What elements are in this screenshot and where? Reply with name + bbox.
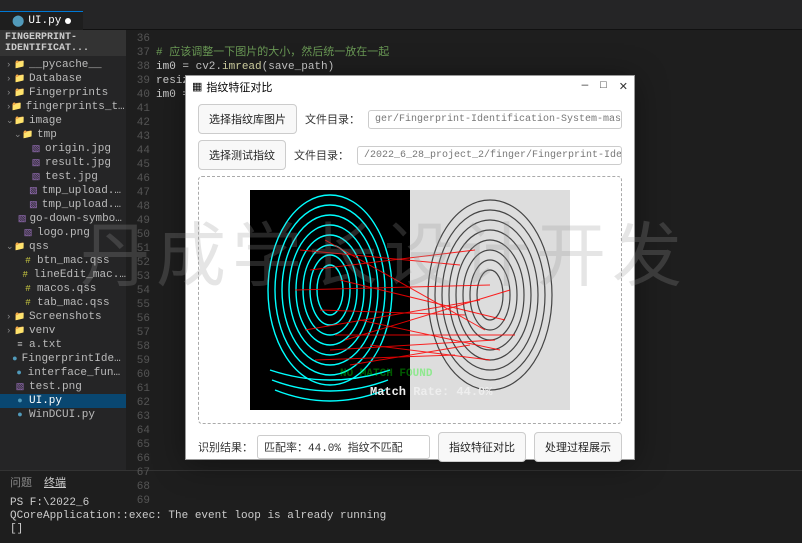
- tree-item[interactable]: ▧tmp_upload.tif: [0, 198, 126, 212]
- tree-item[interactable]: ▧test.png: [0, 380, 126, 394]
- close-button[interactable]: ✕: [619, 80, 628, 94]
- tab-ui-py[interactable]: ⬤ UI.py: [0, 11, 83, 30]
- terminal-panel[interactable]: PS F:\2022_6 QCoreApplication::exec: The…: [0, 493, 802, 543]
- tree-item[interactable]: #btn_mac.qss: [0, 254, 126, 268]
- tree-item[interactable]: ▧test.jpg: [0, 170, 126, 184]
- tree-item[interactable]: ›📁Database: [0, 72, 126, 86]
- tree-item[interactable]: ●WinDCUI.py: [0, 408, 126, 422]
- tree-item[interactable]: ›📁Fingerprints: [0, 86, 126, 100]
- minimize-button[interactable]: —: [582, 80, 589, 94]
- fingerprint-image-panel: NO MATCH FOUND Match Rate: 44.0%: [198, 176, 622, 424]
- library-path-input[interactable]: ger/Fingerprint-Identification-System-ma…: [368, 110, 622, 129]
- file-icon: ●: [14, 410, 26, 420]
- match-rate-text: Match Rate: 44.0%: [370, 385, 492, 399]
- file-dir-label: 文件目录：: [305, 111, 360, 127]
- file-icon: 📁: [14, 312, 26, 322]
- file-icon: #: [20, 270, 31, 280]
- file-icon: ●: [11, 354, 19, 364]
- file-icon: ▧: [14, 382, 26, 392]
- file-icon: 📁: [11, 102, 22, 112]
- top-menubar: [0, 0, 802, 12]
- file-icon: ≡: [14, 340, 26, 350]
- file-icon: 📁: [14, 74, 26, 84]
- dialog-titlebar[interactable]: ▦ 指纹特征对比 — □ ✕: [186, 76, 634, 98]
- tree-item[interactable]: #lineEdit_mac.qss: [0, 268, 126, 282]
- tab-label: UI.py: [28, 15, 61, 27]
- tree-item[interactable]: ▧go-down-symbolic.png: [0, 212, 126, 226]
- result-value: 匹配率：44.0% 指纹不匹配: [257, 435, 430, 459]
- file-icon: ▧: [30, 144, 42, 154]
- file-icon: 📁: [14, 326, 26, 336]
- process-button[interactable]: 处理过程展示: [534, 432, 622, 462]
- terminal-tabs: 问题 终端: [0, 470, 802, 493]
- tree-item[interactable]: ⌄📁qss: [0, 240, 126, 254]
- tree-item[interactable]: ›📁venv: [0, 324, 126, 338]
- file-icon: 📁: [14, 88, 26, 98]
- maximize-button[interactable]: □: [600, 80, 607, 94]
- tree-item[interactable]: ›📁fingerprints_test_sample: [0, 100, 126, 114]
- compare-button[interactable]: 指纹特征对比: [438, 432, 526, 462]
- tree-item[interactable]: ›📁Screenshots: [0, 310, 126, 324]
- tree-item[interactable]: #tab_mac.qss: [0, 296, 126, 310]
- editor-tabs: ⬤ UI.py: [0, 12, 802, 30]
- file-icon: ●: [14, 396, 26, 406]
- file-icon: ▧: [30, 172, 42, 182]
- match-status-text: NO MATCH FOUND: [340, 368, 432, 380]
- tab-problems[interactable]: 问题: [10, 474, 32, 490]
- file-icon: ▧: [28, 186, 39, 196]
- fingerprint-dialog: ▦ 指纹特征对比 — □ ✕ 选择指纹库图片 文件目录： ger/Fingerp…: [185, 75, 635, 460]
- select-library-button[interactable]: 选择指纹库图片: [198, 104, 297, 134]
- tree-item[interactable]: ⌄📁image: [0, 114, 126, 128]
- dirty-dot-icon: [65, 18, 71, 24]
- file-dir-label: 文件目录：: [294, 147, 349, 163]
- file-icon: ▧: [18, 214, 27, 224]
- dialog-title: 指纹特征对比: [206, 79, 272, 95]
- file-icon: ▧: [28, 200, 39, 210]
- tree-item[interactable]: ●FingerprintIdentificat...: [0, 352, 126, 366]
- file-icon: ▧: [22, 228, 34, 238]
- tree-item[interactable]: ▧origin.jpg: [0, 142, 126, 156]
- tree-item[interactable]: ▧result.jpg: [0, 156, 126, 170]
- file-icon: #: [22, 298, 34, 308]
- line-gutter: 36 37 38 39 40 41 42 43 44 45 46 47 48 4…: [126, 30, 156, 470]
- tree-item[interactable]: ●interface_fun.py: [0, 366, 126, 380]
- explorer-sidebar: FINGERPRINT-IDENTIFICAT... ›📁__pycache__…: [0, 30, 126, 470]
- file-icon: 📁: [22, 130, 34, 140]
- file-icon: 📁: [14, 116, 26, 126]
- file-icon: ▧: [30, 158, 42, 168]
- tree-item[interactable]: #macos.qss: [0, 282, 126, 296]
- explorer-header[interactable]: FINGERPRINT-IDENTIFICAT...: [0, 30, 126, 56]
- select-test-button[interactable]: 选择测试指纹: [198, 140, 286, 170]
- tree-item[interactable]: ≡a.txt: [0, 338, 126, 352]
- app-icon: ▦: [192, 80, 202, 94]
- file-icon: #: [22, 256, 34, 266]
- tree-item[interactable]: ›📁__pycache__: [0, 58, 126, 72]
- tree-item[interactable]: ▧logo.png: [0, 226, 126, 240]
- file-icon: 📁: [14, 242, 26, 252]
- tree-item[interactable]: ●UI.py: [0, 394, 126, 408]
- file-icon: 📁: [14, 60, 26, 70]
- tab-terminal[interactable]: 终端: [44, 474, 66, 490]
- python-icon: ⬤: [12, 14, 24, 28]
- tree-item[interactable]: ▧tmp_upload.png: [0, 184, 126, 198]
- file-tree: ›📁__pycache__›📁Database›📁Fingerprints›📁f…: [0, 56, 126, 424]
- test-path-input[interactable]: /2022_6_28_project_2/finger/Fingerprint-…: [357, 146, 622, 165]
- tree-item[interactable]: ⌄📁tmp: [0, 128, 126, 142]
- file-icon: ●: [13, 368, 24, 378]
- result-label: 识别结果：: [198, 439, 253, 455]
- file-icon: #: [22, 284, 34, 294]
